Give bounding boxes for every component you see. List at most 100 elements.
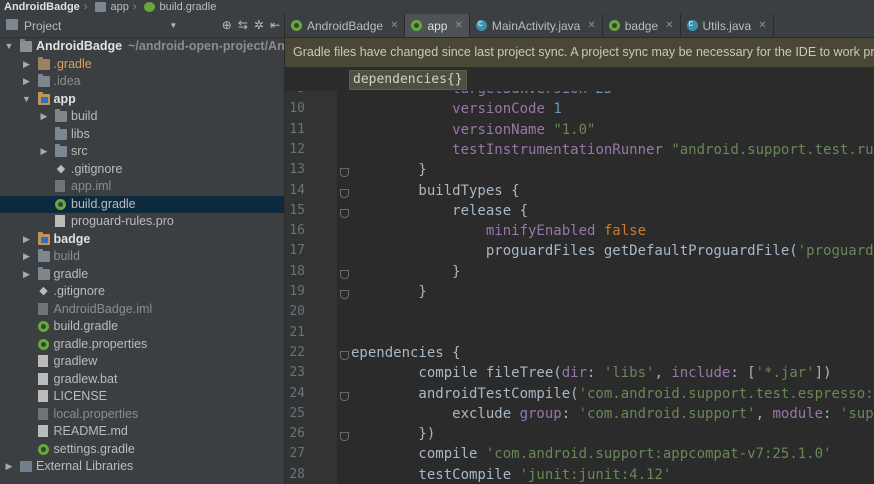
collapse-arrow-icon[interactable]: ▶ [22, 266, 32, 284]
tree-item-label: libs [71, 126, 90, 144]
close-icon[interactable]: ✕ [454, 20, 462, 31]
breadcrumb-item[interactable]: build.gradle [140, 1, 216, 14]
expand-arrow-icon[interactable]: ▼ [22, 91, 32, 109]
tree-item-name: build [53, 249, 80, 263]
fold-marker-icon[interactable] [340, 188, 349, 198]
code-editor[interactable]: 910111213141516171819202122232425262728 … [285, 91, 874, 484]
tree-item[interactable]: ◆ .gitignore [0, 283, 284, 301]
code-line: minifyEnabled false [485, 223, 647, 240]
android-module-icon [37, 231, 50, 245]
collapse-arrow-icon[interactable]: ▶ [39, 143, 49, 161]
tree-item[interactable]: build.gradle [0, 195, 284, 213]
fold-marker-icon[interactable] [340, 432, 349, 442]
tree-item[interactable]: gradle.properties [0, 336, 284, 354]
tree-item[interactable]: gradlew [0, 353, 284, 371]
tab-mainactivity-java[interactable]: MainActivity.java ✕ [470, 14, 603, 37]
expand-arrow-icon[interactable]: ▼ [4, 38, 14, 56]
tree-item[interactable]: ▼ AndroidBadge ~/android-open-project/And [0, 38, 284, 56]
collapse-arrow-icon[interactable]: ▶ [22, 56, 32, 74]
excluded-folder-icon [37, 56, 50, 70]
scroll-from-source-icon[interactable]: ⊕ [222, 18, 232, 32]
gradle-icon [37, 338, 49, 350]
text-file-icon [37, 355, 48, 367]
fold-marker-icon[interactable] [340, 350, 349, 360]
iml-file-icon [37, 302, 48, 315]
hide-panel-icon[interactable]: ⇤ [270, 18, 280, 32]
code-line: } [351, 284, 427, 300]
tree-item-label: src [71, 143, 88, 161]
breadcrumb-label: build.gradle [159, 0, 217, 13]
tab-utils-java[interactable]: Utils.java ✕ [681, 14, 774, 37]
collapse-arrow-icon[interactable]: ▶ [22, 231, 32, 249]
tree-item[interactable]: ▶ External Libraries [0, 458, 284, 476]
close-icon[interactable]: ✕ [758, 20, 766, 31]
tree-item[interactable]: ▶ build [0, 108, 284, 126]
code-line: testInstrumentationRunner "android.suppo… [452, 141, 874, 158]
tab-app[interactable]: app ✕ [405, 14, 470, 37]
code-line: buildTypes { [351, 182, 520, 199]
gear-icon[interactable]: ✲ [254, 18, 264, 32]
tab-label: MainActivity.java [491, 18, 581, 33]
tree-item-label: app [54, 91, 76, 109]
fold-marker-icon[interactable] [340, 208, 349, 218]
tree-item[interactable]: local.properties [0, 406, 284, 424]
project-panel-title[interactable]: Project [24, 19, 61, 33]
tab-androidbadge[interactable]: AndroidBadge ✕ [285, 14, 406, 37]
tree-item-name: .gitignore [53, 284, 105, 298]
tree-item-name: AndroidBadge.iml [53, 301, 153, 316]
tree-item[interactable]: ▶ badge [0, 231, 284, 249]
tree-item[interactable]: proguard-rules.pro [0, 213, 284, 231]
gitignore-icon: ◆ [39, 285, 48, 297]
tree-item[interactable]: ◆ .gitignore [0, 161, 284, 179]
line-number: 9 [285, 91, 305, 96]
tree-item-name: .idea [53, 74, 81, 88]
fold-marker-icon[interactable] [340, 168, 349, 178]
java-class-icon [475, 18, 487, 31]
tree-item[interactable]: gradlew.bat [0, 371, 284, 389]
collapse-arrow-icon[interactable]: ▶ [4, 458, 14, 476]
close-icon[interactable]: ✕ [587, 20, 595, 31]
line-number: 21 [289, 324, 305, 340]
close-icon[interactable]: ✕ [390, 20, 398, 31]
tree-item[interactable]: ▶ gradle [0, 266, 284, 284]
code-breadcrumb-chip[interactable]: dependencies{} [349, 70, 467, 90]
editor-breadcrumb-bar: dependencies{} [285, 67, 874, 91]
close-icon[interactable]: ✕ [665, 20, 673, 31]
fold-marker-icon[interactable] [340, 290, 349, 299]
tree-item-name: LICENSE [53, 389, 108, 403]
collapse-all-icon[interactable]: ⇆ [238, 18, 248, 32]
fold-marker-icon[interactable] [340, 391, 349, 401]
code-line: proguardFiles getDefaultProguardFile('pr… [351, 243, 874, 260]
tree-item[interactable]: build.gradle [0, 318, 284, 336]
tree-item-name: local.properties [53, 406, 139, 421]
code-line: compile 'com.android.support:appcompat-v… [351, 446, 832, 463]
tree-item[interactable]: ▶ .idea [0, 73, 284, 91]
collapse-arrow-icon[interactable]: ▶ [22, 73, 32, 91]
tree-item[interactable]: LICENSE [0, 388, 284, 406]
tree-item[interactable]: app.iml [0, 178, 284, 196]
collapse-arrow-icon[interactable]: ▶ [22, 248, 32, 266]
project-view-icon [6, 19, 18, 30]
code-line: versionCode 1 [452, 101, 562, 118]
chevron-down-icon[interactable]: ▼ [169, 21, 177, 30]
tree-item-label: .gradle [54, 56, 92, 74]
tree-item[interactable]: ▼ app [0, 91, 284, 109]
tree-item[interactable]: ▶ src [0, 143, 284, 161]
breadcrumb-item[interactable]: app [91, 1, 129, 14]
tree-item[interactable]: libs [0, 126, 284, 144]
tree-item[interactable]: AndroidBadge.iml [0, 301, 284, 319]
tree-item[interactable]: ▶ build [0, 248, 284, 266]
collapse-arrow-icon[interactable]: ▶ [39, 108, 49, 126]
tree-item[interactable]: README.md [0, 423, 284, 441]
tab-label: badge [624, 18, 659, 33]
tree-item[interactable]: settings.gradle [0, 441, 284, 459]
java-class-icon [686, 18, 698, 31]
libraries-icon [20, 461, 32, 472]
tree-item[interactable]: ▶ .gradle [0, 56, 284, 74]
code-line: }) [351, 426, 436, 443]
breadcrumb-item[interactable]: AndroidBadge [0, 1, 80, 14]
tree-item-name: gradle [53, 266, 89, 281]
tree-item-label: .gitignore [71, 161, 122, 179]
fold-marker-icon[interactable] [340, 269, 349, 279]
tab-badge[interactable]: badge ✕ [603, 14, 681, 37]
